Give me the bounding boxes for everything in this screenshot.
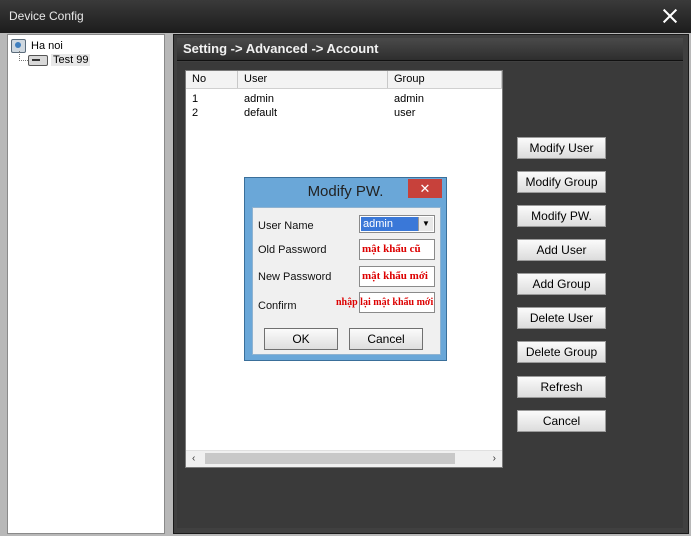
column-header-user[interactable]: User [238,71,388,88]
modify-user-button[interactable]: Modify User [517,137,606,159]
cell-group: admin [394,93,424,105]
table-header: No User Group [186,71,502,89]
table-row[interactable]: 2 default user [186,106,502,120]
ok-button[interactable]: OK [264,328,338,350]
close-icon[interactable] [661,7,679,25]
column-header-no[interactable]: No [186,71,238,88]
user-name-label: User Name [258,220,314,232]
modify-pw-dialog: Modify PW. ✕ User Name admin ▼ Old Passw… [244,177,447,361]
breadcrumb: Setting -> Advanced -> Account [177,38,683,61]
cell-user: admin [244,93,274,105]
old-password-label: Old Password [258,244,327,256]
chevron-down-icon[interactable]: ▼ [418,217,433,231]
new-password-label: New Password [258,271,332,283]
table-row[interactable]: 1 admin admin [186,92,502,106]
window-title: Device Config [9,9,84,23]
delete-user-button[interactable]: Delete User [517,307,606,329]
user-name-value: admin [361,217,419,231]
device-tree: Ha noi Test 99 [7,34,165,534]
cell-group: user [394,107,416,119]
tree-item-device[interactable]: Test 99 [28,54,91,66]
tree-item-label: Test 99 [51,54,91,66]
scroll-right-icon[interactable]: › [493,453,496,464]
cell-no: 2 [192,107,199,119]
old-password-field[interactable]: mật khẩu cũ [359,239,435,260]
delete-group-button[interactable]: Delete Group [517,341,606,363]
refresh-button[interactable]: Refresh [517,376,606,398]
dialog-body: User Name admin ▼ Old Password mật khẩu … [252,207,441,355]
column-header-group[interactable]: Group [388,71,502,88]
title-bar: Device Config [0,0,691,33]
modify-pw-button[interactable]: Modify PW. [517,205,606,227]
close-icon[interactable]: ✕ [408,179,442,198]
breadcrumb-text: Setting -> Advanced -> Account [183,41,379,56]
device-icon [28,54,48,66]
tree-item-label: Ha noi [31,40,63,52]
user-name-select[interactable]: admin ▼ [359,215,435,233]
cell-user: default [244,107,278,119]
new-password-field[interactable]: mật khẩu mới [359,266,435,287]
modify-group-button[interactable]: Modify Group [517,171,606,193]
cell-no: 1 [192,93,199,105]
add-user-button[interactable]: Add User [517,239,606,261]
confirm-label: Confirm [258,300,297,312]
confirm-password-field[interactable]: nhập lại mật khẩu mới [336,292,435,313]
cancel-button[interactable]: Cancel [517,410,606,432]
scroll-left-icon[interactable]: ‹ [192,453,195,464]
horizontal-scrollbar[interactable]: ‹ › [186,450,502,467]
add-group-button[interactable]: Add Group [517,273,606,295]
scroll-thumb[interactable] [205,453,455,464]
dialog-cancel-button[interactable]: Cancel [349,328,423,350]
